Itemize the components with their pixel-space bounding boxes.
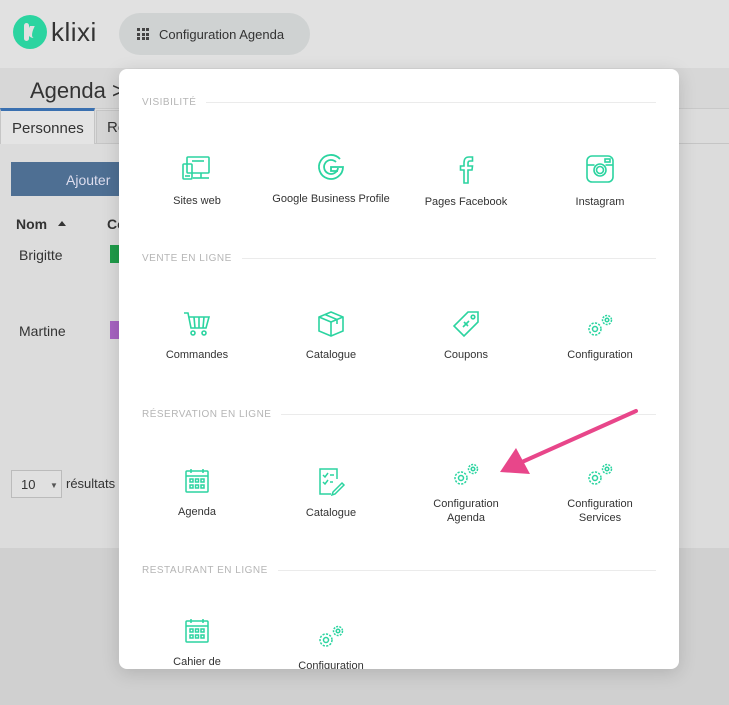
app-menu-button-label: Configuration Agenda [159, 26, 285, 42]
menu-tile-configuration-agenda[interactable]: Configuration Agenda [399, 462, 533, 525]
apps-menu-modal: Visibilité Sites web Google Business Pro… [119, 69, 679, 669]
tile-label: Commandes [165, 349, 229, 361]
page-size-value: 10 [21, 477, 36, 492]
section-label: Visibilité [142, 96, 197, 108]
tile-label: Configuration Services [567, 498, 633, 524]
menu-tile-google-business-profile[interactable]: Google Business Profile [264, 149, 398, 206]
section-header-restaurant-en-ligne: Restaurant en ligne [142, 564, 656, 576]
section-label: Vente en ligne [142, 252, 232, 264]
tile-label: Configuration Agenda [433, 498, 499, 524]
tile-label: Google Business Profile [272, 193, 390, 205]
menu-tile-instagram[interactable]: Instagram [533, 152, 667, 209]
section-header-visibilite: Visibilité [142, 96, 656, 108]
section-label: Réservation en ligne [142, 408, 272, 420]
menu-tile-coupons[interactable]: Coupons [399, 309, 533, 362]
tile-label: Instagram [575, 196, 625, 208]
grid-icon [137, 28, 149, 40]
section-label: Restaurant en ligne [142, 564, 268, 576]
tile-label: Pages Facebook [424, 196, 508, 208]
menu-tile-sites-web[interactable]: Sites web [130, 151, 264, 208]
calendar-icon [185, 619, 209, 643]
section-divider [206, 101, 656, 103]
section-header-vente-en-ligne: Vente en ligne [142, 252, 656, 264]
app-menu-button[interactable]: Configuration Agenda [119, 13, 310, 55]
menu-tile-catalogue-reservation[interactable]: Catalogue [264, 465, 398, 520]
menu-tile-configuration-vente[interactable]: Configuration [533, 313, 667, 362]
pager-results-text: résultats [66, 476, 116, 491]
klixi-logo[interactable]: klixi [13, 15, 97, 49]
instagram-icon [586, 155, 614, 183]
page-title: Agenda > [30, 78, 125, 103]
coupon-icon [452, 311, 479, 338]
gears-icon [319, 625, 344, 647]
column-header-nom[interactable]: Nom [16, 216, 47, 232]
calendar-icon [185, 469, 209, 493]
menu-tile-configuration-services[interactable]: Configuration Services [533, 462, 667, 525]
tile-label: Sites web [173, 195, 221, 207]
row-name-brigitte: Brigitte [19, 247, 63, 263]
tile-label: Configuration [567, 349, 633, 361]
tile-label: Catalogue [305, 507, 357, 519]
tile-label: Coupons [443, 349, 489, 361]
section-divider [241, 257, 656, 259]
facebook-icon [459, 156, 474, 184]
checklist-icon [319, 468, 346, 497]
add-button-label: Ajouter [66, 172, 111, 188]
gears-icon [588, 463, 613, 485]
devices-icon [182, 156, 210, 180]
tab-personnes[interactable]: Personnes [0, 108, 95, 144]
box-icon [318, 311, 344, 337]
menu-tile-agenda[interactable]: Agenda [130, 466, 264, 519]
klixi-logo-mark-icon [13, 15, 47, 49]
top-bar: klixi Configuration Agenda [0, 0, 729, 68]
section-header-reservation-en-ligne: Réservation en ligne [142, 408, 656, 420]
menu-tile-pages-facebook[interactable]: Pages Facebook [399, 152, 533, 209]
section-divider [281, 413, 656, 415]
gears-icon [588, 314, 613, 336]
tile-label: Agenda [178, 506, 216, 518]
menu-tile-cahier-de[interactable]: Cahier de [130, 616, 264, 669]
menu-tile-configuration-restaurant[interactable]: Configuration [264, 624, 398, 669]
logo-text: klixi [51, 16, 97, 47]
tile-label: Catalogue [305, 349, 357, 361]
menu-tile-commandes[interactable]: Commandes [130, 309, 264, 362]
google-icon [318, 154, 344, 180]
row-name-martine: Martine [19, 323, 66, 339]
tile-label: Cahier de [173, 656, 221, 668]
gears-icon [454, 463, 479, 485]
section-divider [277, 569, 656, 571]
menu-tile-catalogue-vente[interactable]: Catalogue [264, 309, 398, 362]
cart-icon [184, 312, 211, 336]
tile-label: Configuration [298, 660, 364, 669]
chevron-down-icon: ▼ [50, 481, 58, 490]
sort-ascending-icon [58, 221, 66, 226]
